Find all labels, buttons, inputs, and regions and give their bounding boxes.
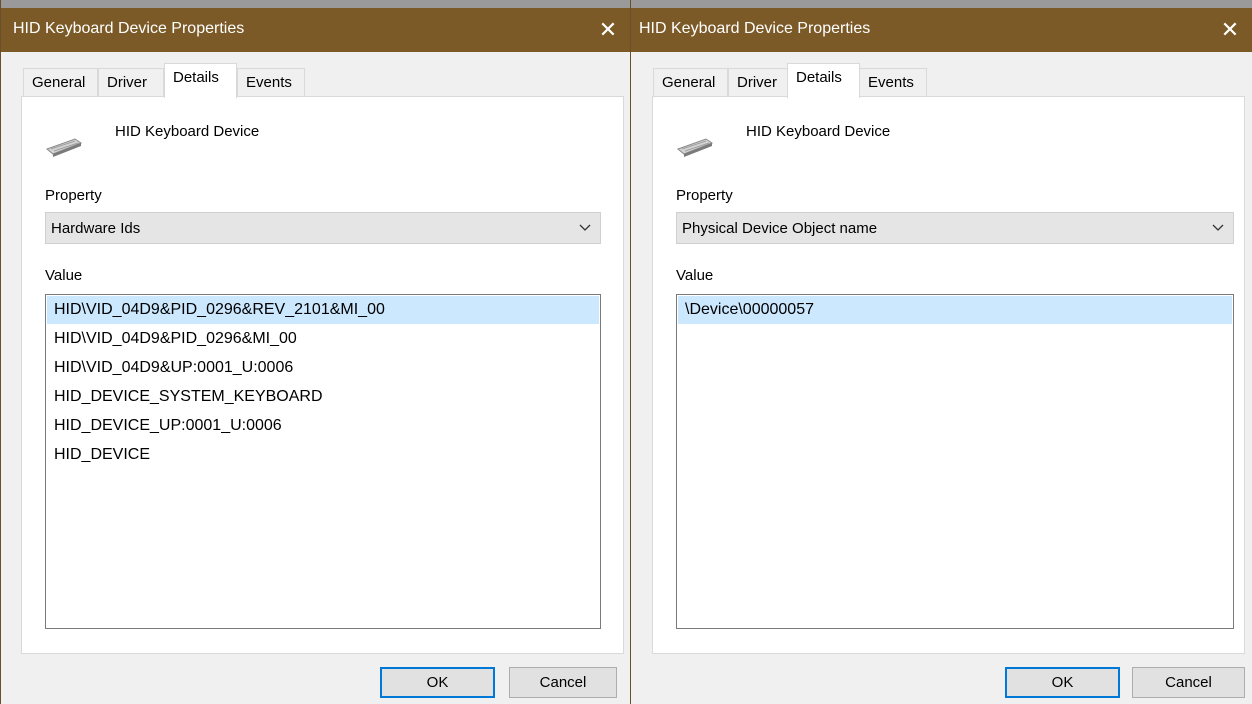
background-window-strip — [1, 0, 630, 8]
cancel-button[interactable]: Cancel — [509, 667, 617, 698]
device-name: HID Keyboard Device — [115, 123, 260, 140]
property-label: Property — [676, 187, 733, 204]
tab-general[interactable]: General — [653, 68, 728, 96]
property-label: Property — [45, 187, 102, 204]
list-item[interactable]: HID\VID_04D9&PID_0296&MI_00 — [47, 325, 599, 353]
chevron-down-icon — [1212, 224, 1224, 231]
device-name: HID Keyboard Device — [746, 123, 891, 140]
tab-details[interactable]: Details — [164, 63, 237, 98]
list-item[interactable]: HID_DEVICE — [47, 441, 599, 469]
title-bar[interactable]: HID Keyboard Device Properties ✕ — [1, 8, 630, 52]
tab-events[interactable]: Events — [237, 68, 305, 96]
property-selected-value: Physical Device Object name — [682, 220, 878, 237]
tab-general[interactable]: General — [23, 68, 98, 96]
property-selected-value: Hardware Ids — [51, 220, 141, 237]
details-page: HID Keyboard Device Property Physical De… — [652, 96, 1245, 654]
list-item[interactable]: HID\VID_04D9&PID_0296&REV_2101&MI_00 — [47, 296, 599, 324]
properties-dialog-left: HID Keyboard Device Properties ✕ General… — [0, 0, 630, 704]
chevron-down-icon — [579, 224, 591, 231]
ok-button[interactable]: OK — [380, 667, 495, 698]
cancel-button[interactable]: Cancel — [1132, 667, 1245, 698]
keyboard-icon — [677, 138, 714, 157]
list-item[interactable]: HID\VID_04D9&UP:0001_U:0006 — [47, 354, 599, 382]
ok-button[interactable]: OK — [1005, 667, 1120, 698]
close-button[interactable]: ✕ — [1208, 8, 1252, 52]
background-window-strip — [631, 0, 1252, 8]
value-list[interactable]: \Device\00000057 — [676, 294, 1234, 629]
tab-driver[interactable]: Driver — [728, 68, 794, 96]
property-dropdown[interactable]: Hardware Ids — [45, 212, 601, 244]
window-title: HID Keyboard Device Properties — [639, 20, 871, 37]
list-item[interactable]: HID_DEVICE_UP:0001_U:0006 — [47, 412, 599, 440]
properties-dialog-right: HID Keyboard Device Properties ✕ General… — [630, 0, 1252, 704]
property-dropdown[interactable]: Physical Device Object name — [676, 212, 1234, 244]
list-item[interactable]: \Device\00000057 — [678, 296, 1232, 324]
value-list[interactable]: HID\VID_04D9&PID_0296&REV_2101&MI_00 HID… — [45, 294, 601, 629]
title-bar[interactable]: HID Keyboard Device Properties ✕ — [631, 8, 1252, 52]
value-label: Value — [676, 267, 714, 284]
tab-details[interactable]: Details — [787, 63, 860, 98]
tab-events[interactable]: Events — [859, 68, 927, 96]
value-label: Value — [45, 267, 83, 284]
list-item[interactable]: HID_DEVICE_SYSTEM_KEYBOARD — [47, 383, 599, 411]
tab-driver[interactable]: Driver — [98, 68, 164, 96]
details-page: HID Keyboard Device Property Hardware Id… — [21, 96, 624, 654]
close-button[interactable]: ✕ — [586, 8, 630, 52]
window-title: HID Keyboard Device Properties — [13, 20, 245, 37]
keyboard-icon — [46, 138, 83, 157]
